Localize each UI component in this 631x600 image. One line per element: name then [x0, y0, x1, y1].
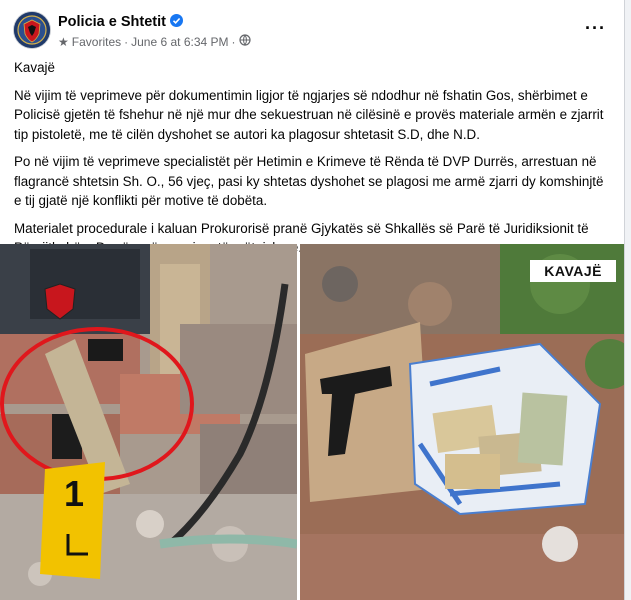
post-paragraph-1: Në vijim të veprimeve për dokumentimin l…	[14, 87, 604, 142]
post-header: Policia e Shtetit ★ Favorites · June 6 a…	[14, 12, 614, 52]
post-text: Kavajë Në vijim të veprimeve për dokumen…	[14, 58, 610, 266]
post-card: Policia e Shtetit ★ Favorites · June 6 a…	[0, 0, 625, 600]
page-name-text[interactable]: Policia e Shtetit	[58, 14, 166, 30]
photo-grid: 1 KAVAJË	[0, 244, 624, 600]
verified-badge-icon	[169, 14, 183, 27]
meta-separator: ·	[231, 34, 236, 49]
evidence-wall-image: 1	[0, 244, 297, 600]
meta-separator: ·	[124, 34, 129, 49]
page-avatar[interactable]	[14, 12, 50, 48]
more-options-button[interactable]: ···	[585, 18, 606, 39]
post-paragraph-2: Po në vijim të veprimeve specialistët pë…	[14, 154, 604, 208]
location-line: Kavajë	[14, 60, 55, 75]
page-name[interactable]: Policia e Shtetit	[58, 14, 183, 30]
location-badge: KAVAJË	[530, 260, 616, 282]
police-emblem-icon	[14, 12, 50, 48]
photo-evidence-wall[interactable]: 1	[0, 244, 297, 600]
audience-label[interactable]: Favorites	[72, 35, 121, 49]
post-date[interactable]: June 6 at 6:34 PM	[131, 35, 228, 49]
photo-seized-items[interactable]: KAVAJË	[300, 244, 624, 600]
seized-items-image	[300, 244, 624, 600]
evidence-marker-number: 1	[64, 473, 84, 514]
post-meta: ★ Favorites · June 6 at 6:34 PM ·	[58, 34, 251, 49]
star-icon: ★	[58, 34, 69, 49]
globe-icon	[238, 34, 251, 49]
